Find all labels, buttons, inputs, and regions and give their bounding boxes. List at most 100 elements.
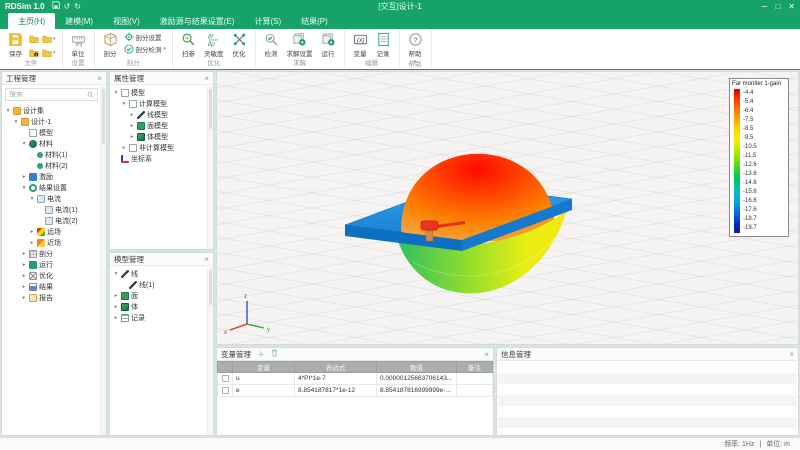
mesh-settings-button[interactable]: 剖分设置 <box>124 32 167 42</box>
expander-icon[interactable]: ▸ <box>21 174 27 180</box>
tree-item[interactable]: ▸ 结果 <box>2 281 106 292</box>
variable-button[interactable]: (x) 变量 <box>351 31 370 59</box>
close-icon[interactable]: × <box>204 74 209 83</box>
tree-item[interactable]: ▸ 面模型 <box>110 120 213 131</box>
tree-item[interactable]: 坐标系 <box>110 153 213 164</box>
tree-item[interactable]: ▾ 电流 <box>2 193 106 204</box>
row-checkbox[interactable] <box>222 375 229 382</box>
tree-item[interactable]: ▸ 线模型 <box>110 109 213 120</box>
expander-icon[interactable]: ▾ <box>113 90 119 96</box>
tree-item[interactable]: ▸ 优化 <box>2 270 106 281</box>
mesh-check-button[interactable]: 剖分检测 ▾ <box>124 44 167 54</box>
add-variable-icon[interactable]: ＋ <box>257 349 265 360</box>
tree-item[interactable]: ▸ 体模型 <box>110 131 213 142</box>
optimize-button[interactable]: 优化 <box>230 31 249 59</box>
expander-icon[interactable]: ▸ <box>29 240 35 246</box>
tree-item[interactable]: ▸ 非计算模型 <box>110 142 213 153</box>
col-value[interactable]: 数值 <box>377 362 457 373</box>
expander-icon[interactable]: ▸ <box>21 295 27 301</box>
close-icon[interactable]: × <box>484 350 489 359</box>
menu-tab[interactable]: 结果(P) <box>291 13 338 29</box>
run-button[interactable]: 运行 <box>319 31 338 59</box>
expander-icon[interactable]: ▾ <box>121 101 127 107</box>
solve-settings-button[interactable]: 求解设置 <box>285 31 315 59</box>
quick-save-icon[interactable] <box>52 1 60 12</box>
tree-item[interactable]: ▾ 设计-1 <box>2 116 106 127</box>
tree-item[interactable]: ▸ 近场 <box>2 237 106 248</box>
expander-icon[interactable]: ▸ <box>129 134 135 140</box>
expander-icon[interactable]: ▾ <box>13 119 19 125</box>
mesh-button[interactable]: 剖分 <box>101 31 120 59</box>
expander-icon[interactable]: ▾ <box>113 271 119 277</box>
record-button[interactable]: 记录 <box>374 31 393 59</box>
scrollbar[interactable] <box>207 86 213 249</box>
expander-icon[interactable]: ▾ <box>29 196 35 202</box>
expander-icon[interactable]: ▾ <box>5 108 11 114</box>
open-project-button[interactable] <box>29 32 39 45</box>
close-button[interactable]: ✕ <box>788 1 795 12</box>
tree-item[interactable]: 材料(2) <box>2 160 106 171</box>
col-expression[interactable]: 表达式 <box>295 362 377 373</box>
variable-row[interactable]: u 4*PI*1e-7 0.00000125663706143... <box>218 373 493 385</box>
close-icon[interactable]: × <box>97 74 102 83</box>
expander-icon[interactable]: ▸ <box>21 262 27 268</box>
unit-button[interactable]: [m] 单位 <box>69 31 88 59</box>
open-recent-button[interactable]: ▾ <box>42 32 56 45</box>
undo-icon[interactable]: ↺ <box>64 2 71 12</box>
tree-item[interactable]: ▸ 面 <box>110 290 213 301</box>
expander-icon[interactable]: ▸ <box>113 315 119 321</box>
cell-expression[interactable]: 4*PI*1e-7 <box>295 373 377 385</box>
import-button[interactable] <box>29 46 39 59</box>
expander-icon[interactable]: ▸ <box>129 123 135 129</box>
expander-icon[interactable]: ▸ <box>29 229 35 235</box>
menu-tab[interactable]: 主页(H) <box>8 13 55 29</box>
minimize-button[interactable]: ─ <box>762 1 768 12</box>
search-input[interactable] <box>9 91 87 98</box>
tree-item[interactable]: 线(1) <box>110 279 213 290</box>
menu-tab[interactable]: 建模(M) <box>55 13 103 29</box>
expander-icon[interactable]: ▸ <box>129 112 135 118</box>
tree-item[interactable]: ▸ 运行 <box>2 259 106 270</box>
tree-item[interactable]: 材料(1) <box>2 149 106 160</box>
tree-item[interactable]: 电流(1) <box>2 204 106 215</box>
tree-item[interactable]: ▾ 结果设置 <box>2 182 106 193</box>
expander-icon[interactable]: ▸ <box>113 293 119 299</box>
col-variable[interactable]: 变量 <box>233 362 295 373</box>
menu-tab[interactable]: 激励源与结果设置(E) <box>150 13 245 29</box>
check-button[interactable]: 检测 <box>262 31 281 59</box>
expander-icon[interactable]: ▸ <box>121 145 127 151</box>
save-button[interactable]: 保存 <box>6 31 25 59</box>
tree-item[interactable]: 电流(2) <box>2 215 106 226</box>
expander-icon[interactable]: ▸ <box>21 273 27 279</box>
expander-icon[interactable]: ▸ <box>21 251 27 257</box>
tree-item[interactable]: ▾ 模型 <box>110 87 213 98</box>
cell-variable[interactable]: e <box>233 385 295 397</box>
tree-item[interactable]: ▸ 记录 <box>110 312 213 323</box>
expander-icon[interactable]: ▾ <box>21 185 27 191</box>
col-note[interactable]: 备注 <box>457 362 493 373</box>
sensitivity-button[interactable]: ∂f∂p 灵敏度 <box>202 31 226 59</box>
delete-variable-icon[interactable] <box>271 349 278 359</box>
row-checkbox[interactable] <box>222 387 229 394</box>
tree-item[interactable]: ▾ 材料 <box>2 138 106 149</box>
cell-note[interactable] <box>457 385 493 397</box>
tree-item[interactable]: ▾ 设计集 <box>2 105 106 116</box>
close-icon[interactable]: × <box>789 350 794 359</box>
tree-item[interactable]: ▸ 激励 <box>2 171 106 182</box>
close-icon[interactable]: × <box>204 255 209 264</box>
menu-tab[interactable]: 计算(S) <box>244 13 291 29</box>
cell-expression[interactable]: 8.854187817*1e-12 <box>295 385 377 397</box>
tree-item[interactable]: ▸ 报告 <box>2 292 106 303</box>
tree-item[interactable]: 模型 <box>2 127 106 138</box>
variable-row[interactable]: e 8.854187817*1e-12 8.854187816999999e-.… <box>218 385 493 397</box>
redo-icon[interactable]: ↻ <box>74 2 81 12</box>
expander-icon[interactable]: ▾ <box>21 141 27 147</box>
tree-item[interactable]: ▾ 线 <box>110 268 213 279</box>
export-button[interactable]: ▾ <box>42 46 56 59</box>
tree-item[interactable]: ▸ 体 <box>110 301 213 312</box>
tree-item[interactable]: ▸ 剖分 <box>2 248 106 259</box>
expander-icon[interactable]: ▸ <box>113 304 119 310</box>
tree-item[interactable]: ▸ 远场 <box>2 226 106 237</box>
maximize-button[interactable]: □ <box>775 1 780 12</box>
scrollbar[interactable] <box>207 267 213 435</box>
